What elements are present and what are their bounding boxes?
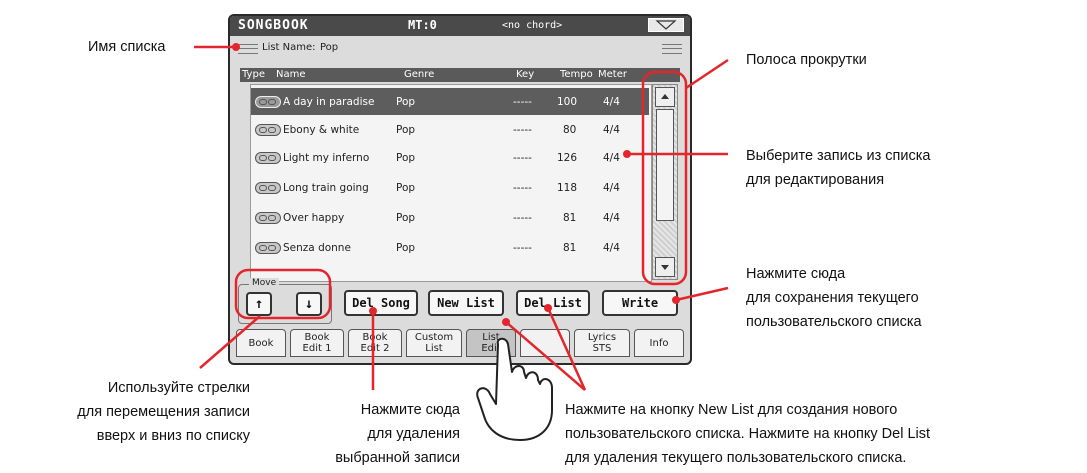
callout-write: Нажмите сюда для сохранения текущего пол…	[746, 262, 922, 334]
callout-line: Нажмите на кнопку New List для создания …	[565, 402, 898, 418]
move-highlight	[234, 268, 332, 320]
callout-line: для сохранения текущего	[746, 290, 919, 306]
callout-line: пользовательского списка. Нажмите на кно…	[565, 426, 931, 442]
callout-select-record: Выберите запись из списка для редактиров…	[746, 144, 931, 192]
callout-line: для удаления	[367, 426, 460, 442]
callout-line: Нажмите сюда	[360, 402, 460, 418]
callout-del-song: Нажмите сюда для удаления выбранной запи…	[298, 398, 460, 470]
callout-arrows: Используйте стрелки для перемещения запи…	[34, 376, 250, 448]
callout-line: Выберите запись из списка	[746, 148, 931, 164]
callout-line: пользовательского списка	[746, 314, 922, 330]
callout-line: вверх и вниз по списку	[96, 428, 250, 444]
leader-write	[675, 286, 729, 302]
leader-del-list	[546, 307, 587, 391]
callout-line: выбранной записи	[335, 450, 460, 466]
callout-line: для перемещения записи	[77, 404, 250, 420]
scrollbar-highlight	[641, 70, 688, 286]
callout-scrollbar: Полоса прокрутки	[746, 52, 867, 68]
callout-line: для удаления текущего пользовательского …	[565, 450, 907, 466]
callout-line: Используйте стрелки	[107, 380, 250, 396]
callout-line: Нажмите сюда	[746, 266, 846, 282]
callout-line: для редактирования	[746, 172, 885, 188]
callout-list-name: Имя списка	[88, 39, 166, 55]
pointing-hand-icon	[476, 337, 553, 441]
leader-scrollbar	[685, 58, 729, 90]
callout-lists: Нажмите на кнопку New List для создания …	[565, 398, 1080, 470]
leader-arrows	[199, 315, 261, 369]
